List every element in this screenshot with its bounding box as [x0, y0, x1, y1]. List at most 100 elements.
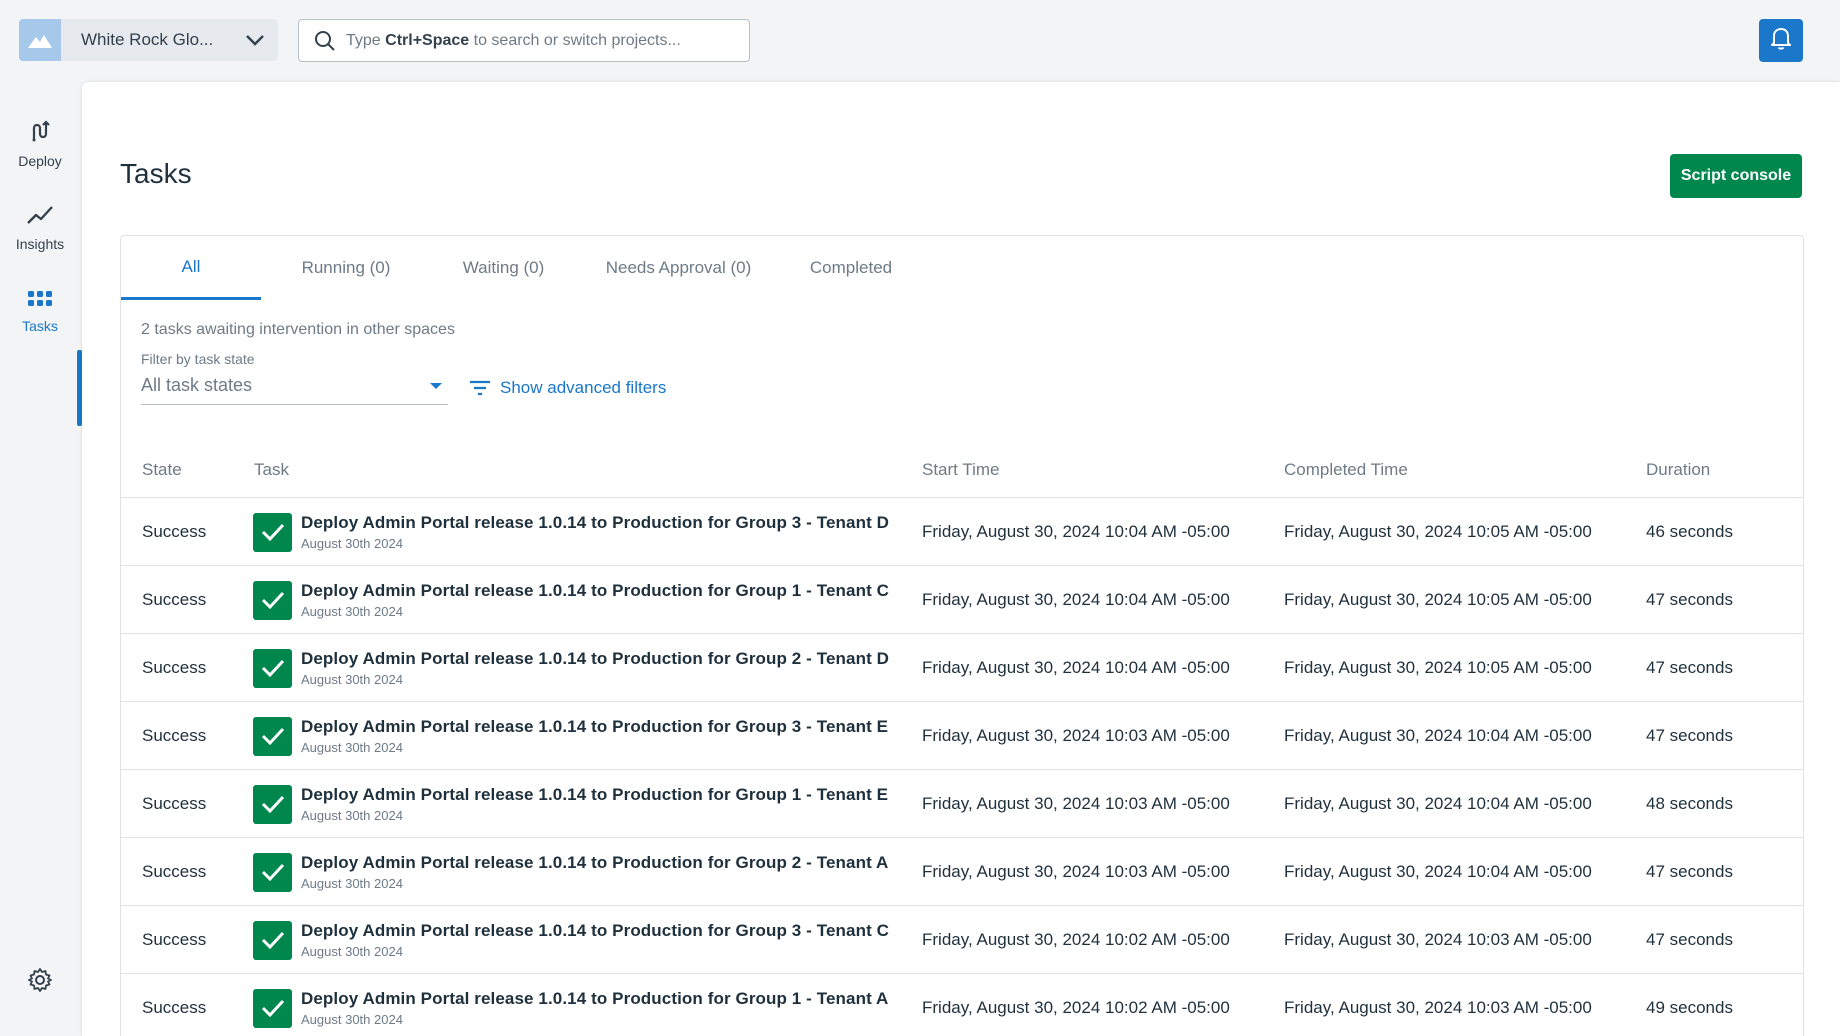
gear-icon[interactable] — [24, 964, 56, 996]
tab-waiting[interactable]: Waiting (0) — [431, 236, 576, 300]
nav-item-deploy[interactable]: Deploy — [0, 108, 80, 180]
success-check-icon — [253, 580, 292, 620]
task-state: Success — [142, 862, 207, 881]
column-header-start-time: Start Time — [922, 459, 1000, 479]
task-cell[interactable]: Deploy Admin Portal release 1.0.14 to Pr… — [253, 702, 888, 770]
insights-icon — [27, 205, 53, 230]
page-title: Tasks — [120, 158, 192, 189]
table-row[interactable]: Success Deploy Admin Portal release 1.0.… — [121, 566, 1803, 634]
task-date: August 30th 2024 — [301, 536, 403, 551]
search-icon — [314, 30, 336, 52]
task-name[interactable]: Deploy Admin Portal release 1.0.14 to Pr… — [301, 717, 888, 737]
task-state: Success — [142, 930, 207, 949]
task-state: Success — [142, 658, 207, 677]
script-console-button[interactable]: Script console — [1670, 154, 1802, 198]
table-row[interactable]: Success Deploy Admin Portal release 1.0.… — [121, 634, 1803, 702]
task-name[interactable]: Deploy Admin Portal release 1.0.14 to Pr… — [301, 649, 889, 669]
task-name[interactable]: Deploy Admin Portal release 1.0.14 to Pr… — [301, 785, 888, 805]
task-state: Success — [142, 998, 207, 1017]
task-state-select[interactable]: All task states — [141, 366, 448, 405]
bell-icon — [1770, 26, 1792, 55]
task-date: August 30th 2024 — [301, 672, 403, 687]
nav-item-insights[interactable]: Insights — [0, 192, 80, 264]
caret-down-icon — [430, 383, 442, 389]
nav-item-tasks[interactable]: Tasks — [0, 276, 80, 348]
task-duration: 47 seconds — [1646, 658, 1733, 677]
task-state: Success — [142, 522, 207, 541]
nav-label-tasks: Tasks — [22, 317, 58, 334]
task-cell[interactable]: Deploy Admin Portal release 1.0.14 to Pr… — [253, 838, 888, 906]
task-duration: 48 seconds — [1646, 794, 1733, 813]
task-completed-time: Friday, August 30, 2024 10:03 AM -05:00 — [1284, 930, 1592, 949]
tab-all[interactable]: All — [121, 236, 261, 300]
success-check-icon — [253, 784, 292, 824]
main-panel: Tasks Script console All Running (0) Wai… — [82, 82, 1840, 1036]
mountain-icon — [19, 19, 61, 61]
table-row[interactable]: Success Deploy Admin Portal release 1.0.… — [121, 770, 1803, 838]
task-date: August 30th 2024 — [301, 604, 403, 619]
table-row[interactable]: Success Deploy Admin Portal release 1.0.… — [121, 906, 1803, 974]
show-advanced-filters-button[interactable]: Show advanced filters — [469, 378, 666, 398]
task-completed-time: Friday, August 30, 2024 10:04 AM -05:00 — [1284, 862, 1592, 881]
success-check-icon — [253, 852, 292, 892]
filter-icon — [470, 380, 490, 396]
table-header: State Task Start Time Completed Time Dur… — [121, 441, 1803, 498]
top-bar: White Rock Glo... Type Ctrl+Space to sea… — [0, 0, 1840, 80]
deploy-icon — [29, 119, 51, 147]
task-start-time: Friday, August 30, 2024 10:04 AM -05:00 — [922, 658, 1230, 677]
task-duration: 47 seconds — [1646, 930, 1733, 949]
task-name[interactable]: Deploy Admin Portal release 1.0.14 to Pr… — [301, 921, 889, 941]
task-duration: 47 seconds — [1646, 590, 1733, 609]
table-row[interactable]: Success Deploy Admin Portal release 1.0.… — [121, 838, 1803, 906]
column-header-completed-time: Completed Time — [1284, 459, 1408, 479]
task-cell[interactable]: Deploy Admin Portal release 1.0.14 to Pr… — [253, 498, 889, 566]
task-name[interactable]: Deploy Admin Portal release 1.0.14 to Pr… — [301, 581, 889, 601]
task-state: Success — [142, 726, 207, 745]
task-date: August 30th 2024 — [301, 808, 403, 823]
task-cell[interactable]: Deploy Admin Portal release 1.0.14 to Pr… — [253, 906, 889, 974]
task-cell[interactable]: Deploy Admin Portal release 1.0.14 to Pr… — [253, 566, 889, 634]
task-completed-time: Friday, August 30, 2024 10:05 AM -05:00 — [1284, 590, 1592, 609]
nav-label-insights: Insights — [15, 235, 65, 252]
task-state-value: All task states — [141, 374, 253, 395]
table-row[interactable]: Success Deploy Admin Portal release 1.0.… — [121, 498, 1803, 566]
task-duration: 46 seconds — [1646, 522, 1733, 541]
task-completed-time: Friday, August 30, 2024 10:04 AM -05:00 — [1284, 794, 1592, 813]
task-name[interactable]: Deploy Admin Portal release 1.0.14 to Pr… — [301, 989, 888, 1009]
table-row[interactable]: Success Deploy Admin Portal release 1.0.… — [121, 974, 1803, 1036]
task-completed-time: Friday, August 30, 2024 10:03 AM -05:00 — [1284, 998, 1592, 1017]
task-start-time: Friday, August 30, 2024 10:03 AM -05:00 — [922, 862, 1230, 881]
success-check-icon — [253, 648, 292, 688]
tab-completed[interactable]: Completed — [781, 236, 921, 300]
task-date: August 30th 2024 — [301, 1012, 403, 1027]
search-placeholder: Type Ctrl+Space to search or switch proj… — [346, 31, 681, 49]
task-state: Success — [142, 590, 207, 609]
task-date: August 30th 2024 — [301, 944, 403, 959]
task-start-time: Friday, August 30, 2024 10:04 AM -05:00 — [922, 522, 1230, 541]
intervention-message[interactable]: 2 tasks awaiting intervention in other s… — [141, 321, 455, 339]
task-date: August 30th 2024 — [301, 876, 403, 891]
tasks-icon — [28, 290, 52, 312]
success-check-icon — [253, 512, 292, 552]
tab-running[interactable]: Running (0) — [261, 236, 431, 300]
chevron-down-icon — [244, 30, 266, 55]
space-switcher[interactable]: White Rock Glo... — [19, 19, 278, 61]
task-start-time: Friday, August 30, 2024 10:03 AM -05:00 — [922, 794, 1230, 813]
nav-label-deploy: Deploy — [18, 152, 62, 169]
task-cell[interactable]: Deploy Admin Portal release 1.0.14 to Pr… — [253, 770, 888, 838]
task-cell[interactable]: Deploy Admin Portal release 1.0.14 to Pr… — [253, 634, 889, 702]
task-start-time: Friday, August 30, 2024 10:02 AM -05:00 — [922, 998, 1230, 1017]
tab-needs-approval[interactable]: Needs Approval (0) — [576, 236, 781, 300]
task-duration: 47 seconds — [1646, 726, 1733, 745]
task-name[interactable]: Deploy Admin Portal release 1.0.14 to Pr… — [301, 853, 888, 873]
filter-label: Filter by task state — [141, 351, 255, 367]
task-cell[interactable]: Deploy Admin Portal release 1.0.14 to Pr… — [253, 974, 888, 1036]
notifications-button[interactable] — [1759, 19, 1803, 62]
table-row[interactable]: Success Deploy Admin Portal release 1.0.… — [121, 702, 1803, 770]
column-header-state: State — [142, 459, 182, 479]
task-completed-time: Friday, August 30, 2024 10:04 AM -05:00 — [1284, 726, 1592, 745]
task-name[interactable]: Deploy Admin Portal release 1.0.14 to Pr… — [301, 513, 889, 533]
column-header-task: Task — [254, 459, 289, 479]
success-check-icon — [253, 920, 292, 960]
search-input[interactable]: Type Ctrl+Space to search or switch proj… — [298, 19, 750, 62]
